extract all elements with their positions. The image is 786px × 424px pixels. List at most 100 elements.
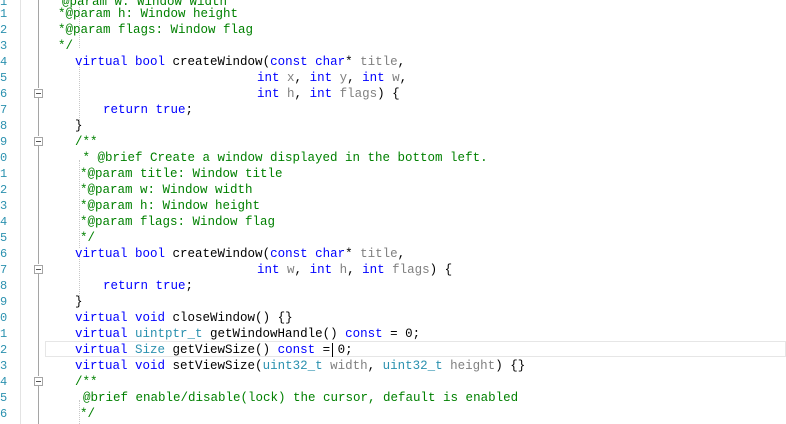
line-number: 5 bbox=[0, 391, 8, 405]
outline-line bbox=[38, 98, 39, 136]
code-line[interactable]: /** bbox=[75, 374, 98, 390]
line-number: 5 bbox=[0, 71, 8, 85]
code-line[interactable]: virtual void setViewSize(uint32_t width,… bbox=[75, 358, 525, 374]
collapse-toggle-icon[interactable] bbox=[34, 89, 43, 98]
code-line[interactable]: virtual void closeWindow() {} bbox=[75, 310, 293, 326]
code-line[interactable]: */ bbox=[80, 406, 95, 422]
code-line[interactable]: @brief enable/disable(lock) the cursor, … bbox=[83, 390, 518, 406]
code-line[interactable]: int h, int flags) { bbox=[257, 86, 400, 102]
code-token: return bbox=[103, 103, 149, 117]
code-token: int bbox=[362, 71, 385, 85]
code-token: createWindow( bbox=[165, 247, 271, 261]
code-token: void bbox=[135, 359, 166, 373]
change-tracking-margin bbox=[20, 0, 21, 424]
code-token: h bbox=[339, 263, 348, 277]
indent-guide bbox=[79, 64, 80, 120]
code-token: virtual bbox=[75, 359, 128, 373]
code-token: ; bbox=[185, 103, 194, 117]
code-token: @brief enable/disable(lock) the cursor, … bbox=[83, 391, 519, 405]
code-token: *@param flags: Window flag bbox=[80, 215, 276, 229]
line-number: 7 bbox=[0, 103, 8, 117]
code-token: , bbox=[347, 263, 363, 277]
code-token: setViewSize( bbox=[165, 359, 263, 373]
code-token: const bbox=[345, 327, 383, 341]
code-token: virtual bbox=[75, 327, 128, 341]
code-line[interactable]: * @brief Create a window displayed in th… bbox=[75, 150, 488, 166]
code-line[interactable]: virtual uintptr_t getWindowHandle() cons… bbox=[75, 326, 420, 342]
code-line[interactable]: *@param h: Window height bbox=[58, 6, 238, 22]
code-token: true bbox=[155, 103, 186, 117]
indent-guide bbox=[79, 256, 80, 296]
code-line[interactable]: return true; bbox=[103, 102, 193, 118]
collapse-toggle-icon[interactable] bbox=[34, 377, 43, 386]
code-line[interactable]: virtual Size getViewSize() const = 0; bbox=[75, 342, 353, 358]
code-line[interactable]: int x, int y, int w, bbox=[257, 70, 407, 86]
code-line[interactable]: /** bbox=[75, 134, 98, 150]
code-line[interactable]: *@param title: Window title bbox=[80, 166, 283, 182]
line-number: 2 bbox=[0, 343, 8, 357]
line-number: 1 bbox=[0, 7, 8, 21]
code-token: */ bbox=[80, 407, 96, 421]
code-token: height bbox=[450, 359, 496, 373]
code-token: title bbox=[360, 55, 398, 69]
code-area[interactable]: @param w: Window width *@param h: Window… bbox=[50, 0, 786, 424]
line-number: 3 bbox=[0, 199, 8, 213]
code-line[interactable]: int w, int h, int flags) { bbox=[257, 262, 452, 278]
code-token: bool bbox=[135, 247, 166, 261]
code-token: title bbox=[360, 247, 398, 261]
code-token: y bbox=[339, 71, 348, 85]
code-token: const bbox=[270, 247, 308, 261]
code-line[interactable]: *@param flags: Window flag bbox=[80, 214, 275, 230]
line-number: 8 bbox=[0, 119, 8, 133]
code-token: getWindowHandle() bbox=[202, 327, 346, 341]
code-editor[interactable]: 1 1 2 3 4 5 6 7 8 9 0 1 2 3 4 5 6 7 8 9 … bbox=[0, 0, 786, 424]
line-number: 4 bbox=[0, 215, 8, 229]
line-number: 8 bbox=[0, 279, 8, 293]
line-number: 6 bbox=[0, 247, 8, 261]
outline-line bbox=[38, 274, 39, 376]
collapse-toggle-icon[interactable] bbox=[34, 137, 43, 146]
code-line[interactable]: *@param w: Window width bbox=[80, 182, 253, 198]
code-token: ) {} bbox=[495, 359, 526, 373]
code-token: char bbox=[315, 247, 346, 261]
code-line[interactable]: virtual bool createWindow(const char* ti… bbox=[75, 246, 405, 262]
code-line[interactable]: */ bbox=[58, 38, 73, 54]
code-token: uint32_t bbox=[382, 359, 443, 373]
code-line[interactable]: */ bbox=[80, 230, 95, 246]
code-token: * bbox=[345, 55, 361, 69]
code-token: */ bbox=[58, 39, 74, 53]
code-token: int bbox=[257, 87, 280, 101]
code-token: */ bbox=[80, 231, 96, 245]
code-line[interactable]: } bbox=[75, 118, 83, 134]
code-line[interactable]: *@param flags: Window flag bbox=[58, 22, 253, 38]
code-token: uint32_t bbox=[262, 359, 323, 373]
code-line[interactable]: virtual bool createWindow(const char* ti… bbox=[75, 54, 405, 70]
code-token: , bbox=[294, 71, 310, 85]
code-token: ; bbox=[185, 279, 194, 293]
code-token: virtual bbox=[75, 311, 128, 325]
code-line[interactable]: *@param h: Window height bbox=[80, 198, 260, 214]
code-token: int bbox=[309, 87, 333, 101]
collapse-toggle-icon[interactable] bbox=[34, 265, 43, 274]
code-line[interactable]: return true; bbox=[103, 278, 193, 294]
code-token: int bbox=[309, 263, 333, 277]
line-number: 2 bbox=[0, 183, 8, 197]
line-number: 3 bbox=[0, 359, 8, 373]
code-token: x bbox=[287, 71, 295, 85]
line-number: 1 bbox=[0, 167, 8, 181]
line-number: 2 bbox=[0, 23, 8, 37]
code-token: *@param h: Window height bbox=[58, 7, 239, 21]
line-number: 6 bbox=[0, 407, 8, 421]
code-line[interactable]: } bbox=[75, 294, 83, 310]
line-number: 6 bbox=[0, 87, 8, 101]
code-token: , bbox=[367, 359, 383, 373]
code-token: flags bbox=[339, 87, 378, 101]
